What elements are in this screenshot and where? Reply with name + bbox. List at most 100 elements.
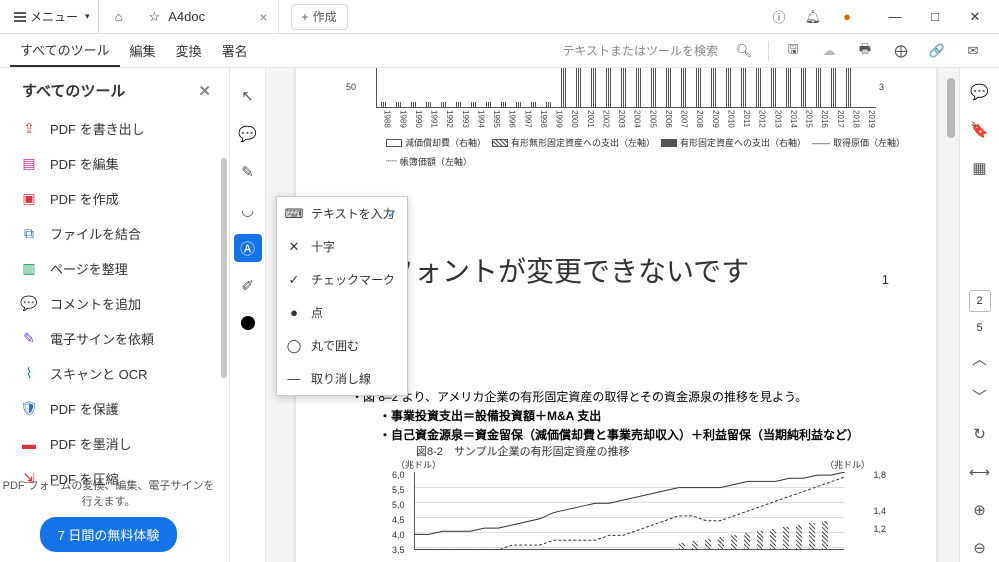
bell-icon[interactable]: 🔔︎ <box>797 1 829 33</box>
chart-bottom: （兆ドル） （兆ドル） 6,05,55,04,54,03,5 1,81,41,2 <box>366 460 886 560</box>
cursor-tool[interactable]: ↖ <box>234 82 262 110</box>
search-placeholder: テキストまたはツールを検索 <box>562 42 718 59</box>
text-fill-tool[interactable]: Ⓐ <box>234 234 262 262</box>
sign-tool[interactable]: ✐ <box>234 272 262 300</box>
lock-icon: 🛡 <box>20 400 38 418</box>
color-swatch[interactable] <box>241 316 255 330</box>
plus-icon: + <box>302 10 309 24</box>
page-input[interactable]: 2 <box>969 290 991 312</box>
sidebar-item-protect[interactable]: 🛡PDF を保護 <box>16 391 229 426</box>
popup-item-label: 丸で囲む <box>311 337 359 354</box>
sidebar-item-organize[interactable]: ▥ページを整理 <box>16 251 229 286</box>
popup-item-icon: ⌨ <box>287 206 301 222</box>
tab-sign[interactable]: 署名 <box>212 35 258 66</box>
popup-item[interactable]: ●点 <box>277 296 407 329</box>
popup-item-icon: ● <box>287 305 301 320</box>
close-window-button[interactable]: ✕ <box>955 2 995 32</box>
page-down-icon[interactable]: ﹀ <box>966 382 994 410</box>
sidebar: すべてのツール ✕ ⇪PDF を書き出し ▤PDF を編集 ▣PDF を作成 ⧉フ… <box>0 68 230 562</box>
rotate-icon[interactable]: ↻ <box>966 420 994 448</box>
chart-top-legend: 減価償却費（右軸） 有形無形固定資産への支出（左軸） 有形固定資産への支出（右軸… <box>386 136 906 168</box>
popup-item-label: 取り消し線 <box>311 370 371 387</box>
redact-icon: ▬ <box>20 435 38 453</box>
popup-item[interactable]: ⌨ テキストを入力 <box>277 197 407 230</box>
tab-edit[interactable]: 編集 <box>120 35 166 66</box>
popup-item-icon: ✕ <box>287 239 301 255</box>
sidebar-close-icon[interactable]: ✕ <box>198 82 211 100</box>
combine-icon: ⧉ <box>20 225 38 243</box>
popup-item-label: テキストを入力 <box>311 205 395 222</box>
sidebar-item-redact[interactable]: ▬PDF を墨消し <box>16 426 229 461</box>
draw-tool[interactable]: ✎ <box>234 158 262 186</box>
popup-item[interactable]: ✓チェックマーク <box>277 263 407 296</box>
hamburger-icon <box>14 12 26 22</box>
export-icon: ⇪ <box>20 120 38 138</box>
chart-top: 50 3 19881989199019911992199319941995199… <box>346 68 886 148</box>
tab-title: A4doc <box>168 9 205 24</box>
page-up-icon[interactable]: ︿ <box>966 344 994 372</box>
fit-width-icon[interactable]: ⟷ <box>966 458 994 486</box>
tab-all-tools[interactable]: すべてのツール <box>10 34 120 67</box>
create-pdf-icon: ▣ <box>20 190 38 208</box>
avatar-icon[interactable]: ● <box>831 1 863 33</box>
popup-item[interactable]: ◯ 丸で囲む <box>277 329 407 362</box>
zoom-in-icon[interactable]: ⊕ <box>966 496 994 524</box>
shape-tool[interactable]: ◡ <box>234 196 262 224</box>
chart-bottom-plot <box>414 472 844 550</box>
comment-icon: 💬 <box>20 295 38 313</box>
thumbnails-panel-icon[interactable]: ▦ <box>966 154 994 182</box>
share-icon[interactable]: ⨁ <box>885 35 917 67</box>
user-text-annotation[interactable]: フォントが変更できないです <box>386 250 749 290</box>
popup-item-icon: ✓ <box>287 272 301 288</box>
sidebar-item-comment[interactable]: 💬コメントを追加 <box>16 286 229 321</box>
trial-button[interactable]: 7 日間の無料体験 <box>40 517 178 552</box>
axis-left: 6,05,55,04,54,03,5 <box>392 470 405 560</box>
menu-button[interactable]: メニュー▾ <box>6 0 99 34</box>
document-tab[interactable]: ☆ A4doc × <box>139 0 279 34</box>
document-body-text: ・図 8–2 より、アメリカ企業の有形固定資産の取得とその資金源泉の推移を見よう… <box>351 388 911 446</box>
close-tab-icon[interactable]: × <box>259 9 267 25</box>
zoom-out-icon[interactable]: ⊖ <box>966 534 994 562</box>
sidebar-item-combine[interactable]: ⧉ファイルを結合 <box>16 216 229 251</box>
popup-item[interactable]: — 取り消し線 <box>277 362 407 395</box>
main-toolbar: すべてのツール 編集 変換 署名 テキストまたはツールを検索 🔍︎ 🖫 ☁ 🖶 … <box>0 34 999 68</box>
save-icon[interactable]: 🖫 <box>777 35 809 67</box>
sidebar-item-export[interactable]: ⇪PDF を書き出し <box>16 111 229 146</box>
sidebar-scrollbar[interactable] <box>221 158 227 378</box>
maximize-button[interactable]: □ <box>915 2 955 32</box>
bookmark-panel-icon[interactable]: 🔖 <box>966 116 994 144</box>
fill-sign-popup: ⌨テキストを入力✕十字✓チェックマーク●点◯丸で囲む—取り消し線 <box>276 196 408 396</box>
chart-top-ylabel: 50 <box>346 82 356 92</box>
search-icon[interactable]: 🔍︎ <box>728 35 760 67</box>
esign-icon: ✎ <box>20 330 38 348</box>
popup-item-label: 十字 <box>311 238 335 255</box>
popup-item-label: 点 <box>311 304 323 321</box>
document-scrollbar[interactable] <box>947 68 957 562</box>
sidebar-title: すべてのツール <box>22 80 125 101</box>
popup-item-icon: — <box>287 371 301 386</box>
minimize-button[interactable]: — <box>875 2 915 32</box>
ocr-icon: ⌇ <box>20 365 38 383</box>
popup-item[interactable]: ✕ 十字 <box>277 230 407 263</box>
print-icon[interactable]: 🖶 <box>849 35 881 67</box>
sidebar-item-esign[interactable]: ✎電子サインを依頼 <box>16 321 229 356</box>
edit-tool-strip: ↖ 💬 ✎ ◡ Ⓐ ✐ <box>230 68 266 562</box>
organize-icon: ▥ <box>20 260 38 278</box>
chart-top-xlabels: 1988198919901991199219931994199519961997… <box>376 110 876 128</box>
right-panel: 💬 🔖 ▦ 2 5 ︿ ﹀ ↻ ⟷ ⊕ ⊖ <box>959 68 999 562</box>
sidebar-footer-text: PDF フォームの変換、編集、電子サインを行えます。 <box>0 477 217 509</box>
comment-tool[interactable]: 💬 <box>234 120 262 148</box>
link-icon[interactable]: 🔗 <box>921 35 953 67</box>
cloud-icon[interactable]: ☁ <box>813 35 845 67</box>
sidebar-item-edit[interactable]: ▤PDF を編集 <box>16 146 229 181</box>
tab-convert[interactable]: 変換 <box>166 35 212 66</box>
mail-icon[interactable]: ✉ <box>957 35 989 67</box>
popup-item-icon: ◯ <box>287 338 301 354</box>
sidebar-item-ocr[interactable]: ⌇スキャンと OCR <box>16 356 229 391</box>
star-icon: ☆ <box>149 9 161 25</box>
home-button[interactable]: ⌂ <box>103 1 135 33</box>
new-tab-button[interactable]: +作成 <box>291 4 348 30</box>
sidebar-item-create[interactable]: ▣PDF を作成 <box>16 181 229 216</box>
help-icon[interactable]: ⓘ <box>763 1 795 33</box>
chat-panel-icon[interactable]: 💬 <box>966 78 994 106</box>
